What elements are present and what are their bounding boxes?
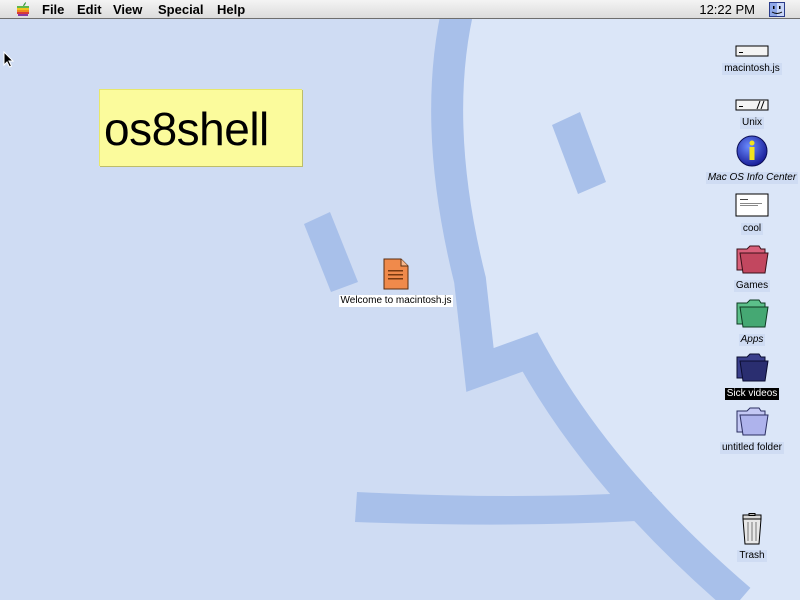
desktop-icon-label: Mac OS Info Center bbox=[705, 172, 799, 184]
hard-disk-icon bbox=[735, 45, 769, 57]
sticky-note[interactable]: os8shell bbox=[99, 89, 302, 166]
menu-file[interactable]: File bbox=[42, 2, 64, 17]
folder-icon bbox=[736, 245, 769, 274]
desktop[interactable]: File Edit View Special Help 12:22 PM os8… bbox=[0, 0, 800, 600]
desktop-icon-sick-videos[interactable]: Sick videos bbox=[712, 351, 792, 401]
folder-icon bbox=[736, 407, 769, 436]
sticky-note-text: os8shell bbox=[104, 103, 269, 155]
menu-edit[interactable]: Edit bbox=[77, 2, 102, 17]
desktop-icon-label: cool bbox=[740, 223, 764, 235]
document-icon bbox=[383, 258, 409, 290]
menu-bar: File Edit View Special Help 12:22 PM bbox=[0, 0, 800, 19]
desktop-icon-label: Trash bbox=[737, 550, 767, 562]
apple-menu-icon[interactable] bbox=[15, 2, 31, 17]
desktop-icon-welcome-document[interactable]: Welcome to macintosh.js bbox=[334, 258, 458, 308]
desktop-icon-untitled-folder[interactable]: untitled folder bbox=[707, 405, 797, 455]
menu-clock[interactable]: 12:22 PM bbox=[699, 2, 755, 17]
desktop-icon-label: Unix bbox=[739, 117, 764, 129]
desktop-icon-label: Apps bbox=[738, 334, 766, 346]
folder-icon bbox=[736, 299, 769, 328]
menu-view[interactable]: View bbox=[113, 2, 142, 17]
menu-special[interactable]: Special bbox=[158, 2, 204, 17]
desktop-icon-trash[interactable]: Trash bbox=[722, 513, 782, 563]
document-preview-icon bbox=[735, 193, 769, 217]
trash-icon bbox=[742, 513, 762, 545]
desktop-icon-info-center[interactable]: Mac OS Info Center bbox=[702, 135, 800, 185]
application-menu-finder-icon[interactable] bbox=[769, 2, 785, 17]
desktop-icon-label: macintosh.js bbox=[722, 63, 782, 75]
desktop-icon-cool[interactable]: cool bbox=[722, 192, 782, 236]
folder-icon bbox=[736, 353, 769, 382]
menu-help[interactable]: Help bbox=[217, 2, 245, 17]
desktop-icon-apps[interactable]: Apps bbox=[712, 297, 792, 347]
info-icon bbox=[736, 135, 768, 167]
desktop-icon-games[interactable]: Games bbox=[712, 243, 792, 293]
desktop-icon-label: Games bbox=[733, 280, 771, 292]
desktop-icon-label: Welcome to macintosh.js bbox=[338, 295, 454, 307]
desktop-icon-label: untitled folder bbox=[719, 442, 785, 454]
desktop-icon-macintosh-js[interactable]: macintosh.js bbox=[712, 44, 792, 76]
hard-disk-icon bbox=[735, 99, 769, 111]
desktop-icon-unix[interactable]: Unix bbox=[712, 98, 792, 130]
desktop-icon-label: Sick videos bbox=[724, 388, 780, 400]
mouse-cursor-icon bbox=[3, 51, 15, 68]
